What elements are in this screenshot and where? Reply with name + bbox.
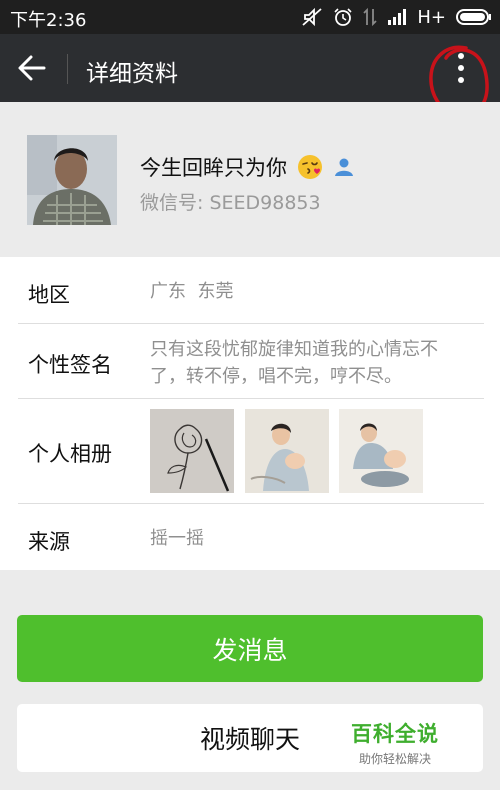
- back-arrow-icon: [18, 55, 46, 81]
- mother-bathing-child-photo: [339, 409, 423, 493]
- detail-row-source[interactable]: 来源 摇一摇: [0, 504, 500, 570]
- album-photo-3[interactable]: [339, 409, 423, 493]
- more-options-button[interactable]: [448, 48, 474, 88]
- battery-icon: [456, 9, 491, 25]
- video-chat-label: 视频聊天: [199, 725, 300, 754]
- watermark-main: 百科全说: [351, 722, 439, 746]
- detail-value: 摇一摇: [150, 528, 204, 549]
- detail-label: 个人相册: [28, 442, 112, 466]
- send-message-button[interactable]: 发消息: [17, 615, 483, 682]
- video-chat-button[interactable]: 视频聊天 百科全说 助你轻松解决: [17, 704, 483, 772]
- page-title: 详细资料: [86, 61, 178, 87]
- detail-value: 广东 东莞: [150, 281, 234, 302]
- watermark: 百科全说 助你轻松解决: [351, 718, 439, 767]
- title-bar: 详细资料: [0, 34, 500, 102]
- wechat-id-value: SEED98853: [209, 192, 321, 214]
- back-button[interactable]: [14, 51, 50, 85]
- detail-list: 地区 广东 东莞 个性签名 只有这段忧郁旋律知道我的心情忘不了，转不停，唱不完，…: [0, 257, 500, 570]
- nickname-row: 今生回眸只为你: [140, 152, 355, 182]
- detail-label: 个性签名: [28, 353, 112, 377]
- watermark-sub: 助你轻松解决: [358, 752, 431, 766]
- mother-child-painting-photo: [245, 409, 329, 493]
- status-time: 下午2:36: [10, 10, 87, 31]
- more-vertical-icon: [458, 53, 464, 83]
- detail-label: 来源: [28, 530, 70, 554]
- data-arrows-icon: [363, 7, 378, 27]
- network-type: H+: [417, 6, 446, 28]
- title-divider: [67, 54, 68, 84]
- rose-sketch-photo: [150, 409, 234, 493]
- detail-row-signature[interactable]: 个性签名 只有这段忧郁旋律知道我的心情忘不了，转不停，唱不完，哼不尽。: [0, 324, 500, 398]
- avatar[interactable]: [27, 135, 117, 225]
- album-photo-2[interactable]: [245, 409, 329, 493]
- profile-header: 今生回眸只为你 微信号: SEED98853: [0, 102, 500, 256]
- status-bar: 下午2:36 H+: [0, 0, 500, 34]
- send-message-label: 发消息: [212, 635, 288, 665]
- contact-icon: [335, 158, 353, 176]
- wechat-id: 微信号: SEED98853: [140, 188, 321, 215]
- status-icons: H+: [301, 5, 492, 29]
- signal-icon: [388, 9, 407, 25]
- album-photo-1[interactable]: [150, 409, 234, 493]
- detail-label: 地区: [28, 283, 70, 307]
- alarm-icon: [334, 8, 352, 26]
- wechat-id-label: 微信号:: [140, 192, 210, 214]
- detail-row-album[interactable]: 个人相册: [0, 399, 500, 503]
- kiss-emoji-icon: [298, 155, 322, 179]
- detail-row-region[interactable]: 地区 广东 东莞: [0, 257, 500, 323]
- avatar-image: [27, 135, 117, 225]
- nickname: 今生回眸只为你: [140, 156, 287, 180]
- detail-value: 只有这段忧郁旋律知道我的心情忘不了，转不停，唱不完，哼不尽。: [150, 339, 438, 387]
- mute-icon: [302, 7, 322, 27]
